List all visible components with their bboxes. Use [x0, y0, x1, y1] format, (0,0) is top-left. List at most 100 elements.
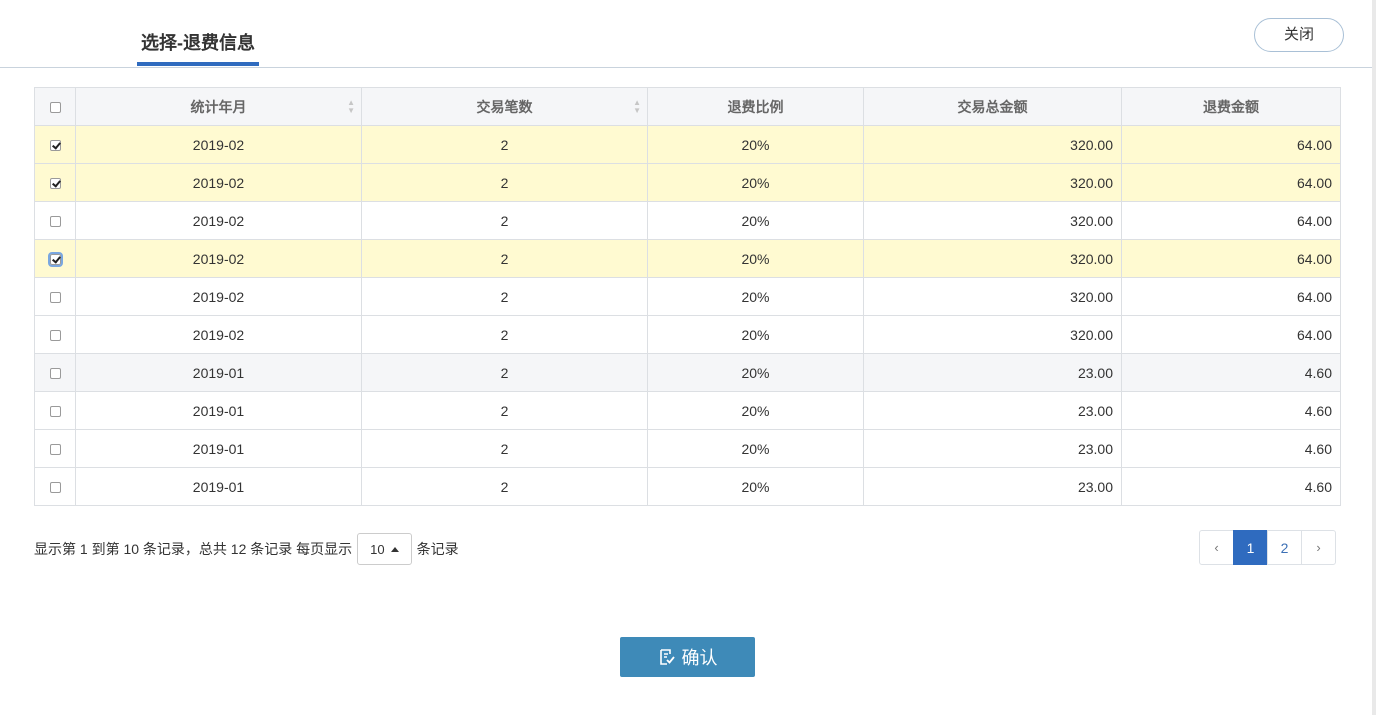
- table-row[interactable]: 2019-01 2 20% 23.00 4.60: [34, 467, 1341, 506]
- row-checkbox[interactable]: [49, 330, 61, 342]
- page-button-1[interactable]: 1: [1233, 530, 1268, 565]
- cell-total: 320.00: [863, 277, 1122, 316]
- table-row[interactable]: 2019-02 2 20% 320.00 64.00: [34, 239, 1341, 278]
- row-checkbox[interactable]: [49, 216, 61, 228]
- table-row[interactable]: 2019-02 2 20% 320.00 64.00: [34, 277, 1341, 316]
- cell-refund: 64.00: [1121, 163, 1341, 202]
- cell-total: 23.00: [863, 429, 1122, 468]
- page-button-2[interactable]: 2: [1267, 530, 1302, 565]
- column-header-month[interactable]: 统计年月 ▲ ▼: [75, 87, 362, 126]
- cell-ratio: 20%: [647, 125, 864, 164]
- cell-total: 320.00: [863, 125, 1122, 164]
- cell-refund: 4.60: [1121, 391, 1341, 430]
- row-select-cell: [34, 239, 76, 278]
- table-body: 2019-02 2 20% 320.00 64.00 2019-02 2 20% 320.00 6…: [34, 125, 1341, 506]
- cell-ratio: 20%: [647, 201, 864, 240]
- tab-refund-info[interactable]: 选择-退费信息: [137, 30, 259, 66]
- cell-count: 2: [361, 391, 648, 430]
- row-select-cell: [34, 201, 76, 240]
- cell-refund: 64.00: [1121, 125, 1341, 164]
- cell-month: 2019-02: [75, 239, 362, 278]
- pagination: ‹ 1 2 ›: [1199, 530, 1336, 565]
- table-header-row: 统计年月 ▲ ▼ 交易笔数 ▲ ▼ 退费比例 交易总金额 退费金额: [34, 87, 1341, 126]
- cell-refund: 4.60: [1121, 467, 1341, 506]
- row-checkbox[interactable]: [49, 292, 61, 304]
- cell-ratio: 20%: [647, 163, 864, 202]
- cell-total: 23.00: [863, 467, 1122, 506]
- sort-icon[interactable]: ▲ ▼: [347, 99, 355, 115]
- next-page-button[interactable]: ›: [1301, 530, 1336, 565]
- cell-ratio: 20%: [647, 315, 864, 354]
- row-checkbox[interactable]: [49, 140, 61, 152]
- pagination-suffix: 条记录: [416, 541, 459, 557]
- cell-refund: 4.60: [1121, 429, 1341, 468]
- table-row[interactable]: 2019-02 2 20% 320.00 64.00: [34, 315, 1341, 354]
- column-header-label: 交易笔数: [476, 98, 533, 115]
- confirm-label: 确认: [681, 648, 718, 668]
- scrollbar[interactable]: [1372, 0, 1376, 715]
- refund-table: 统计年月 ▲ ▼ 交易笔数 ▲ ▼ 退费比例 交易总金额 退费金额 2019-02 2…: [34, 87, 1341, 506]
- cell-count: 2: [361, 163, 648, 202]
- pagination-info: 显示第 1 到第 10 条记录，总共 12 条记录 每页显示 10 条记录: [34, 532, 459, 566]
- column-header-label: 退费比例: [727, 98, 784, 115]
- pagination-summary: 显示第 1 到第 10 条记录，总共 12 条记录 每页显示: [34, 541, 353, 557]
- cell-ratio: 20%: [647, 391, 864, 430]
- cell-count: 2: [361, 467, 648, 506]
- select-all-checkbox[interactable]: [49, 102, 61, 114]
- caret-up-icon: [390, 546, 399, 552]
- cell-month: 2019-02: [75, 201, 362, 240]
- table-row[interactable]: 2019-01 2 20% 23.00 4.60: [34, 429, 1341, 468]
- row-select-cell: [34, 391, 76, 430]
- column-header-label: 交易总金额: [957, 98, 1028, 115]
- dialog-header: 选择-退费信息: [0, 0, 1372, 68]
- cell-total: 320.00: [863, 163, 1122, 202]
- page-size-value: 10: [370, 541, 385, 557]
- cell-total: 320.00: [863, 315, 1122, 354]
- cell-month: 2019-02: [75, 277, 362, 316]
- cell-refund: 64.00: [1121, 201, 1341, 240]
- page-size-select[interactable]: 10: [357, 533, 412, 565]
- cell-count: 2: [361, 201, 648, 240]
- close-button[interactable]: 关闭: [1254, 18, 1344, 52]
- table-row[interactable]: 2019-02 2 20% 320.00 64.00: [34, 125, 1341, 164]
- table-row[interactable]: 2019-02 2 20% 320.00 64.00: [34, 201, 1341, 240]
- cell-month: 2019-01: [75, 391, 362, 430]
- row-select-cell: [34, 277, 76, 316]
- cell-count: 2: [361, 429, 648, 468]
- row-checkbox[interactable]: [49, 178, 61, 190]
- cell-total: 320.00: [863, 239, 1122, 278]
- table-row[interactable]: 2019-01 2 20% 23.00 4.60: [34, 391, 1341, 430]
- row-checkbox[interactable]: [49, 406, 61, 418]
- edit-check-icon: [659, 649, 675, 665]
- table-row[interactable]: 2019-02 2 20% 320.00 64.00: [34, 163, 1341, 202]
- row-checkbox[interactable]: [49, 482, 61, 494]
- cell-month: 2019-02: [75, 163, 362, 202]
- cell-month: 2019-01: [75, 467, 362, 506]
- row-select-cell: [34, 315, 76, 354]
- confirm-button[interactable]: 确认: [620, 637, 755, 677]
- column-header-ratio: 退费比例: [647, 87, 864, 126]
- column-header-refund: 退费金额: [1121, 87, 1341, 126]
- prev-page-button[interactable]: ‹: [1199, 530, 1234, 565]
- cell-count: 2: [361, 353, 648, 392]
- column-header-count[interactable]: 交易笔数 ▲ ▼: [361, 87, 648, 126]
- cell-count: 2: [361, 277, 648, 316]
- cell-count: 2: [361, 125, 648, 164]
- table-row[interactable]: 2019-01 2 20% 23.00 4.60: [34, 353, 1341, 392]
- row-checkbox[interactable]: [49, 444, 61, 456]
- column-header-label: 统计年月: [190, 98, 247, 115]
- cell-refund: 64.00: [1121, 315, 1341, 354]
- row-select-cell: [34, 163, 76, 202]
- row-checkbox[interactable]: [49, 368, 61, 380]
- row-checkbox[interactable]: [47, 252, 63, 268]
- cell-count: 2: [361, 239, 648, 278]
- cell-refund: 64.00: [1121, 239, 1341, 278]
- cell-total: 23.00: [863, 353, 1122, 392]
- sort-icon[interactable]: ▲ ▼: [633, 99, 641, 115]
- cell-total: 23.00: [863, 391, 1122, 430]
- cell-month: 2019-01: [75, 353, 362, 392]
- cell-ratio: 20%: [647, 429, 864, 468]
- cell-month: 2019-02: [75, 125, 362, 164]
- cell-month: 2019-02: [75, 315, 362, 354]
- column-header-label: 退费金额: [1203, 98, 1259, 115]
